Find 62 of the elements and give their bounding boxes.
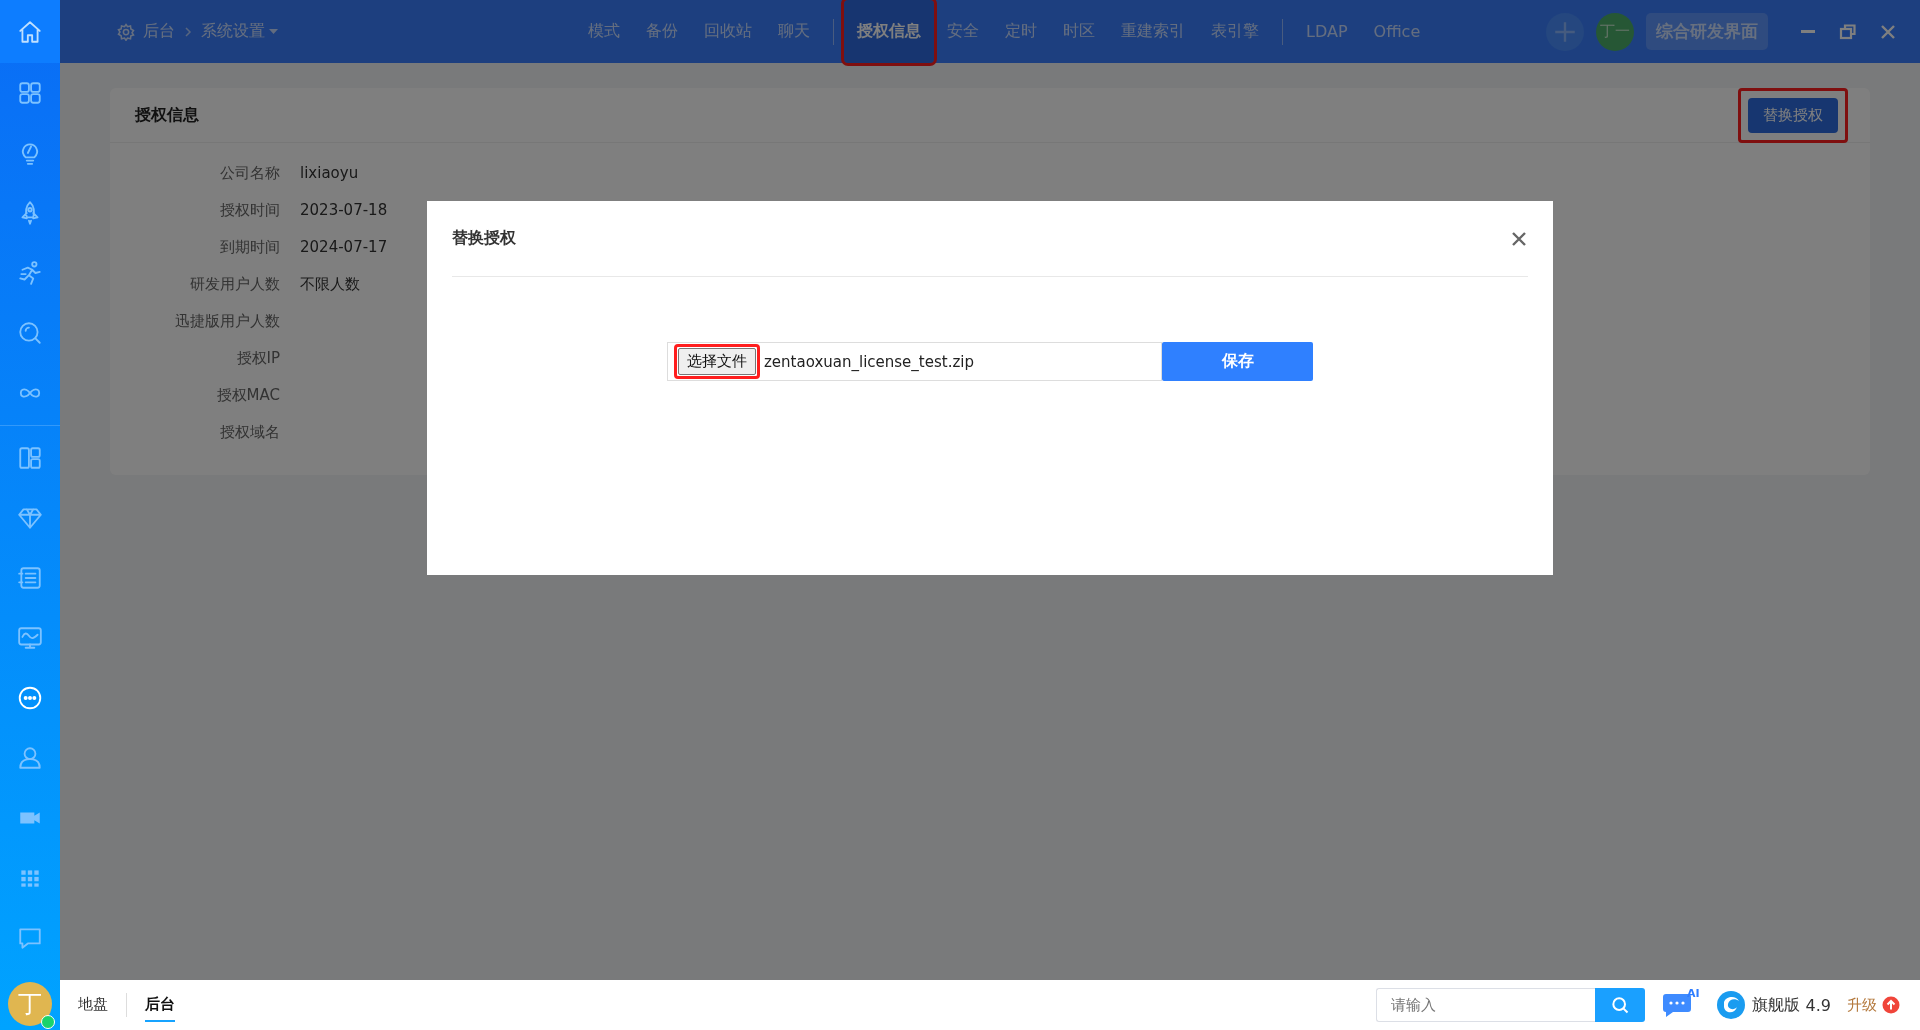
nav-tab[interactable]: 回收站 [691,0,765,63]
nav-tab[interactable]: 模式 [575,0,633,63]
field-value: lixiaoyu [300,163,359,184]
replace-license-button[interactable]: 替换授权 [1748,97,1838,133]
user-avatar[interactable]: 丁 [8,982,52,1026]
home-icon[interactable] [17,18,43,45]
close-icon[interactable] [1879,22,1897,41]
list-icon[interactable] [17,565,43,591]
field-label: 授权时间 [220,200,280,221]
file-input-field[interactable]: 选择文件 zentaoxuan_license_test.zip [667,342,1162,381]
nav-tab[interactable]: 授权信息 [844,0,934,63]
field-label: 公司名称 [220,163,280,184]
field-label: 研发用户人数 [190,274,280,295]
field-value: 2023-07-18 [300,200,388,221]
dialog-title: 替换授权 [452,228,516,249]
nav-tab[interactable]: 表引擎 [1198,0,1272,63]
field-label: 迅捷版用户人数 [175,311,280,332]
runner-icon[interactable] [17,260,43,286]
edition-label: 旗舰版 [1751,994,1800,1016]
layout-icon[interactable] [17,445,43,471]
search-button[interactable] [1594,988,1645,1022]
settings-icon [117,22,135,41]
add-button[interactable] [1546,12,1584,51]
more-icon[interactable] [17,685,43,711]
search-icon[interactable] [17,320,43,346]
search-icon[interactable] [1609,995,1630,1015]
nav-tab[interactable]: Office [1360,0,1434,63]
arrow-up-icon[interactable] [1882,996,1900,1014]
nav-tab[interactable]: 重建索引 [1108,0,1198,63]
monitor-icon[interactable] [17,625,43,651]
close-button[interactable] [1510,229,1528,248]
diamond-icon[interactable] [17,505,43,531]
field-value: 不限人数 [300,274,360,295]
card-title: 授权信息 [135,104,199,126]
field-label: 授权MAC [216,385,280,406]
bottom-tab[interactable]: 后台 [145,988,175,1022]
restore-icon[interactable] [1839,22,1857,41]
save-button[interactable]: 保存 [1162,342,1313,381]
breadcrumb-link[interactable]: 后台 [143,21,175,42]
nav-tab[interactable]: 聊天 [765,0,823,63]
ai-label: AI [1686,987,1700,1000]
chat-icon[interactable] [17,925,43,951]
version-label: 4.9 [1805,995,1831,1015]
field-label: 授权IP [236,348,280,369]
field-label: 授权域名 [220,422,280,443]
bottom-tab[interactable]: 地盘 [78,988,108,1022]
caret-icon[interactable] [269,28,278,35]
nav-tab[interactable]: 时区 [1050,0,1108,63]
breadcrumb-link[interactable]: 系统设置 [201,21,278,42]
nav-tab[interactable]: 备份 [633,0,691,63]
swirl-logo-icon [1715,990,1746,1020]
user-icon[interactable] [17,745,43,771]
nav-tab[interactable]: 安全 [934,0,992,63]
search-field[interactable]: 请输入 [1375,988,1595,1022]
file-name: zentaoxuan_license_test.zip [764,352,974,371]
field-value: 2024-07-17 [300,237,388,258]
field-label: 到期时间 [220,237,280,258]
nav-tab[interactable]: 定时 [992,0,1050,63]
nav-tab[interactable]: LDAP [1293,0,1361,63]
grid-icon[interactable] [17,80,43,106]
upgrade-link[interactable]: 升级 [1847,995,1900,1015]
choose-file-button[interactable]: 选择文件 [678,348,756,375]
